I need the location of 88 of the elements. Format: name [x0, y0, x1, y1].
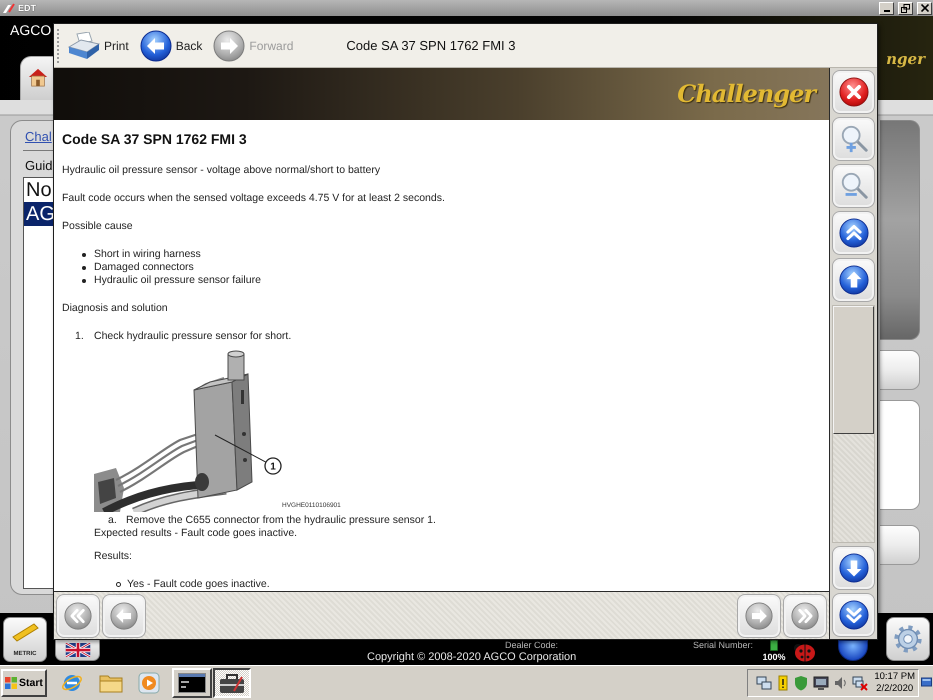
task-button[interactable] [212, 668, 251, 698]
paragraph: Fault code occurs when the sensed voltage exceeds 4.75 V for at least 2 seconds. [62, 192, 446, 205]
minimize-icon [884, 10, 890, 12]
gear-icon [892, 623, 924, 655]
brand-text: AGCO [10, 22, 52, 38]
close-icon [920, 4, 928, 12]
minimize-button[interactable] [879, 2, 894, 14]
clock-time: 10:17 PM [874, 671, 915, 683]
dealer-code-label: Dealer Code: [505, 640, 558, 651]
expected-result-text: Expected results - Fault code goes inactive. [94, 527, 298, 540]
ruler-icon [10, 622, 40, 642]
paragraph: Possible cause [62, 220, 134, 233]
circle-bullet-icon [116, 582, 121, 587]
close-icon [838, 77, 868, 107]
scroll-down-button[interactable] [832, 546, 875, 590]
arrow-left-icon [140, 30, 172, 62]
step-text: Check hydraulic pressure sensor for short. [94, 330, 292, 343]
step-number: 1. [75, 330, 85, 343]
house-icon [27, 67, 49, 87]
app-icon [2, 2, 15, 14]
close-button[interactable] [917, 2, 932, 14]
last-page-button[interactable] [783, 594, 827, 638]
round-button[interactable] [838, 640, 868, 661]
alert-icon[interactable] [777, 675, 789, 691]
results-label: Results: [94, 550, 132, 563]
logo-text: Challenger [677, 80, 815, 108]
copyright-text: Copyright © 2008-2020 AGCO Corporation [367, 651, 578, 664]
print-button[interactable]: Print [68, 32, 129, 60]
double-chevron-up-icon [838, 218, 868, 248]
document-heading: Code SA 37 SPN 1762 FMI 3 [62, 130, 248, 148]
speaker-icon[interactable] [834, 675, 847, 691]
breadcrumb-link[interactable]: Chal [25, 129, 53, 144]
panel-button[interactable] [880, 350, 920, 390]
list-item-text: Damaged connectors [94, 261, 194, 274]
battery-level-text: 100% [762, 652, 786, 662]
settings-button[interactable] [886, 617, 930, 661]
list-item-text: Short in wiring harness [94, 248, 201, 261]
monitor-icon[interactable] [813, 675, 829, 691]
next-page-button[interactable] [737, 594, 781, 638]
double-chevron-down-icon [838, 600, 868, 630]
arrow-up-icon [838, 265, 868, 295]
scroll-up-button[interactable] [832, 258, 875, 302]
back-button[interactable]: Back [140, 30, 202, 62]
first-page-button[interactable] [56, 594, 100, 638]
page-up-button[interactable] [832, 211, 875, 255]
network-icon[interactable] [756, 675, 772, 691]
dialog-title: Code SA 37 SPN 1762 FMI 3 [346, 38, 516, 53]
network-error-icon[interactable] [852, 675, 868, 691]
substep-letter: a. [108, 514, 118, 527]
scrollbar-track[interactable] [832, 305, 875, 543]
page-down-button[interactable] [832, 593, 875, 637]
battery-icon [770, 639, 778, 651]
restore-icon [901, 4, 910, 12]
paragraph: Diagnosis and solution [62, 302, 169, 315]
bullet-icon [82, 278, 86, 282]
language-button[interactable] [55, 640, 100, 661]
scrollbar-thumb[interactable] [833, 306, 874, 434]
list-item[interactable]: AG [24, 202, 53, 226]
restore-button[interactable] [898, 2, 913, 14]
bullet-icon [82, 252, 86, 256]
start-button[interactable]: Start [1, 669, 47, 697]
arrow-right-icon [745, 602, 773, 630]
arrow-down-icon [838, 553, 868, 583]
browser-icon[interactable] [60, 672, 83, 694]
close-dialog-button[interactable] [832, 70, 875, 114]
arrow-left-icon [110, 602, 138, 630]
panel-label: Guid [25, 158, 53, 174]
home-tab[interactable] [20, 56, 53, 100]
callout-number: 1 [264, 457, 282, 475]
leader-line [214, 434, 266, 463]
paragraph: Hydraulic oil pressure sensor - voltage above normal/short to battery [62, 164, 382, 177]
console-icon [178, 673, 206, 693]
substep-text: Remove the C655 connector from the hydraulic pressure sensor 1. [126, 514, 436, 527]
panel-button[interactable] [880, 525, 920, 565]
list-item[interactable]: No [24, 178, 53, 202]
list-item-text: Hydraulic oil pressure sensor failure [94, 274, 261, 287]
flag-icon [64, 643, 90, 657]
result-text: Yes - Fault code goes inactive. [127, 578, 270, 591]
previous-page-button[interactable] [102, 594, 146, 638]
bullet-icon [82, 266, 86, 270]
arrow-right-icon [213, 30, 246, 62]
toolbox-icon [218, 671, 246, 695]
logo-text: nger [886, 50, 925, 68]
serial-number-label: Serial Number: [693, 640, 754, 651]
printer-icon [68, 32, 100, 60]
clock-date: 2/2/2020 [876, 683, 914, 695]
window-title: EDT [18, 2, 36, 14]
logo-icon [5, 677, 17, 689]
